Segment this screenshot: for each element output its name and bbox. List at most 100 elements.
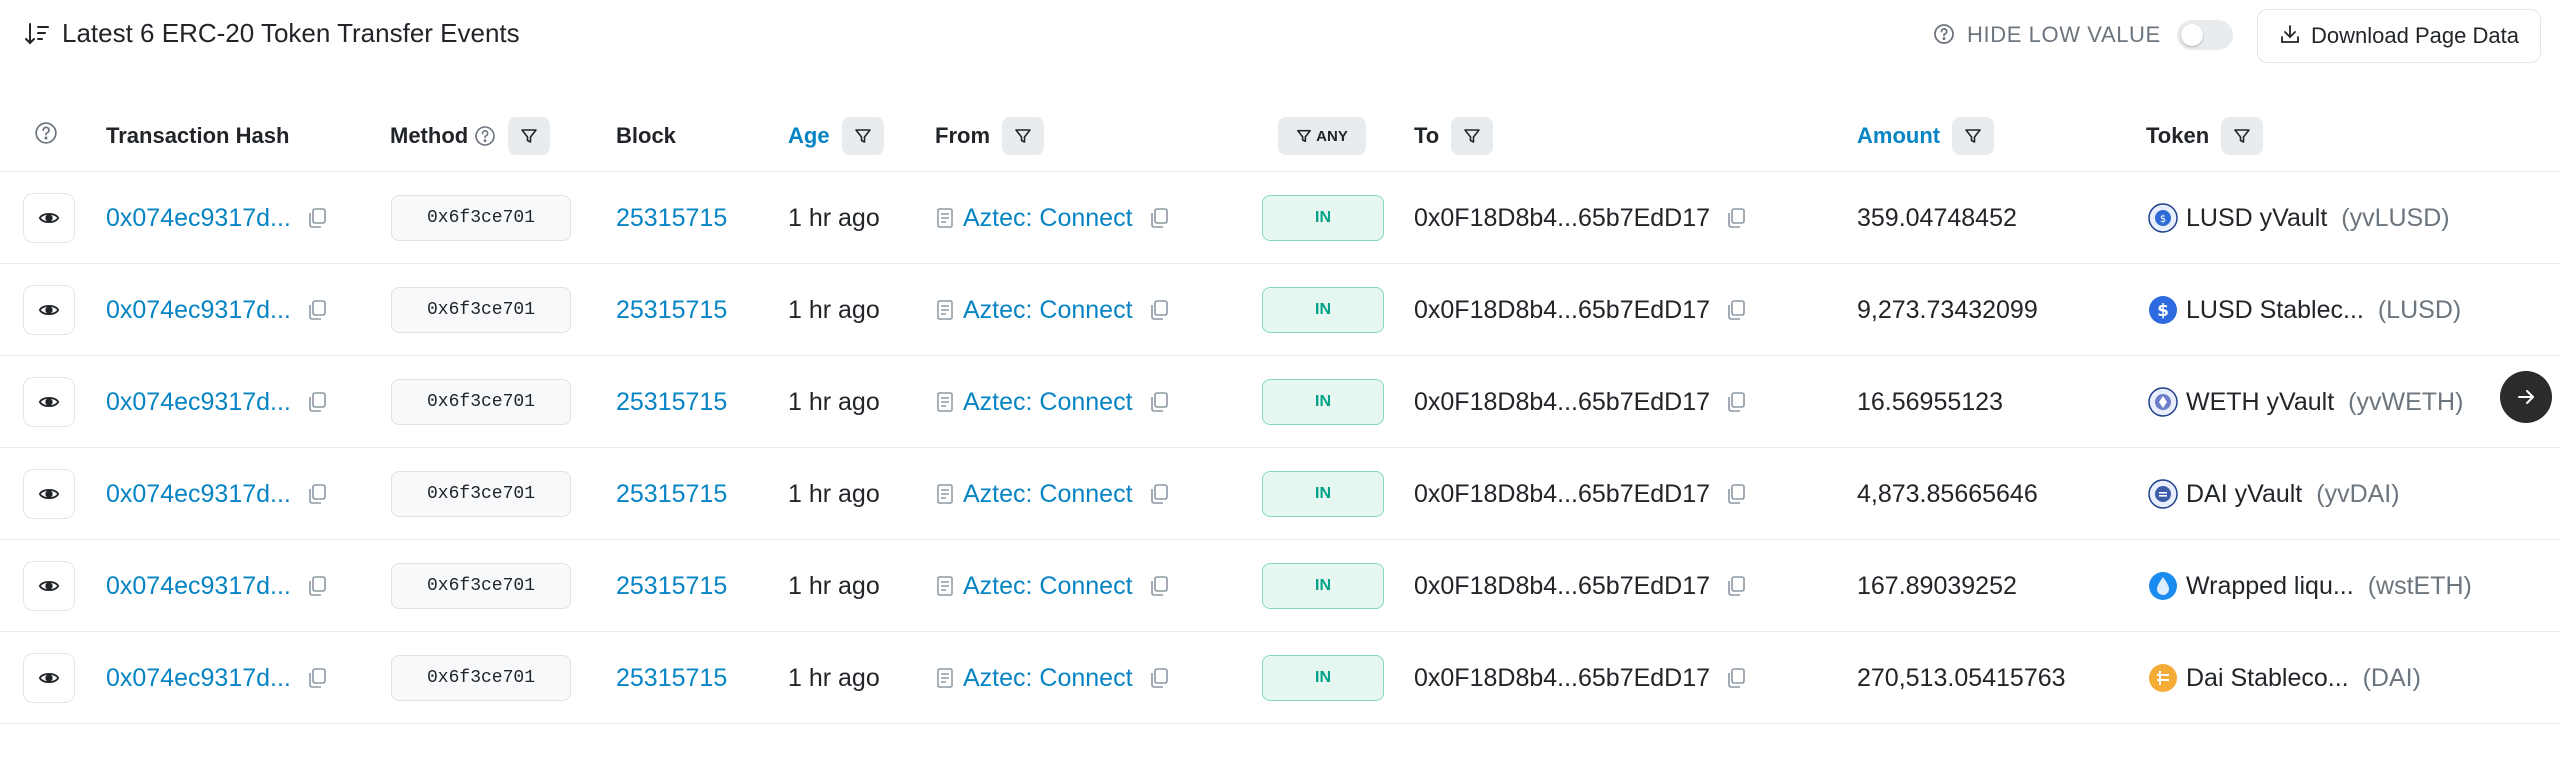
copy-icon[interactable] [1724, 390, 1748, 414]
to-address[interactable]: 0x0F18D8b4...65b7EdD17 [1414, 296, 1710, 325]
direction-filter-button[interactable]: ANY [1278, 117, 1366, 155]
copy-icon[interactable] [305, 298, 329, 322]
hide-low-value-control[interactable]: HIDE LOW VALUE [1933, 20, 2233, 50]
row-preview-cell [23, 172, 75, 264]
from-cell: Aztec: Connect [935, 264, 1171, 356]
header-amount[interactable]: Amount [1857, 100, 1995, 172]
method-badge[interactable]: 0x6f3ce701 [391, 471, 571, 517]
copy-icon[interactable] [1147, 574, 1171, 598]
method-badge[interactable]: 0x6f3ce701 [391, 379, 571, 425]
preview-eye-button[interactable] [23, 653, 75, 703]
block-link[interactable]: 25315715 [616, 388, 727, 417]
download-page-data-button[interactable]: Download Page Data [2257, 9, 2541, 63]
preview-eye-button[interactable] [23, 285, 75, 335]
to-filter-button[interactable] [1451, 117, 1494, 155]
tx-hash-link[interactable]: 0x074ec9317d... [106, 572, 291, 601]
method-badge[interactable]: 0x6f3ce701 [391, 287, 571, 333]
from-cell: Aztec: Connect [935, 448, 1171, 540]
copy-icon[interactable] [305, 390, 329, 414]
token-name[interactable]: Wrapped liqu... [2186, 572, 2354, 601]
token-link[interactable]: Dai Stableco... (DAI) [2148, 663, 2421, 693]
method-filter-button[interactable] [508, 117, 551, 155]
copy-icon[interactable] [1147, 298, 1171, 322]
to-address[interactable]: 0x0F18D8b4...65b7EdD17 [1414, 480, 1710, 509]
eye-icon [38, 488, 60, 500]
token-link[interactable]: Wrapped liqu... (wstETH) [2148, 571, 2472, 601]
copy-icon[interactable] [1147, 666, 1171, 690]
method-cell: 0x6f3ce701 [391, 356, 571, 448]
method-badge[interactable]: 0x6f3ce701 [391, 655, 571, 701]
preview-eye-button[interactable] [23, 561, 75, 611]
token-link[interactable]: $ LUSD yVault (yvLUSD) [2148, 203, 2450, 233]
method-cell: 0x6f3ce701 [391, 172, 571, 264]
copy-icon[interactable] [305, 574, 329, 598]
direction-cell: IN [1262, 448, 1384, 540]
method-badge[interactable]: 0x6f3ce701 [391, 563, 571, 609]
tx-hash-link[interactable]: 0x074ec9317d... [106, 664, 291, 693]
to-address[interactable]: 0x0F18D8b4...65b7EdD17 [1414, 572, 1710, 601]
from-link[interactable]: Aztec: Connect [963, 480, 1133, 509]
token-filter-button[interactable] [2221, 117, 2264, 155]
tx-hash-link[interactable]: 0x074ec9317d... [106, 296, 291, 325]
to-address[interactable]: 0x0F18D8b4...65b7EdD17 [1414, 388, 1710, 417]
token-link[interactable]: $ LUSD Stablec... (LUSD) [2148, 295, 2461, 325]
copy-icon[interactable] [305, 206, 329, 230]
token-name[interactable]: LUSD yVault [2186, 204, 2327, 233]
to-address[interactable]: 0x0F18D8b4...65b7EdD17 [1414, 204, 1710, 233]
copy-icon[interactable] [1724, 482, 1748, 506]
to-cell: 0x0F18D8b4...65b7EdD17 [1414, 264, 1748, 356]
from-link[interactable]: Aztec: Connect [963, 204, 1133, 233]
copy-icon[interactable] [1147, 390, 1171, 414]
from-link[interactable]: Aztec: Connect [963, 572, 1133, 601]
token-name[interactable]: WETH yVault [2186, 388, 2334, 417]
copy-icon[interactable] [1724, 666, 1748, 690]
header-age[interactable]: Age [788, 100, 884, 172]
to-address[interactable]: 0x0F18D8b4...65b7EdD17 [1414, 664, 1710, 693]
from-link[interactable]: Aztec: Connect [963, 296, 1133, 325]
scroll-right-button[interactable] [2500, 371, 2552, 423]
token-symbol: (DAI) [2362, 663, 2421, 692]
hide-low-value-toggle[interactable] [2176, 20, 2233, 50]
method-info-icon[interactable] [474, 125, 496, 147]
token-name[interactable]: Dai Stableco... [2186, 664, 2349, 693]
from-link[interactable]: Aztec: Connect [963, 664, 1133, 693]
header-from: From [935, 100, 1044, 172]
preview-eye-button[interactable] [23, 193, 75, 243]
header-help[interactable] [34, 100, 58, 172]
contract-icon [935, 391, 955, 413]
block-cell: 25315715 [616, 448, 727, 540]
block-link[interactable]: 25315715 [616, 204, 727, 233]
to-cell: 0x0F18D8b4...65b7EdD17 [1414, 172, 1748, 264]
amount-filter-button[interactable] [1952, 117, 1995, 155]
header-age-label[interactable]: Age [788, 123, 830, 149]
block-link[interactable]: 25315715 [616, 296, 727, 325]
eye-icon [38, 396, 60, 408]
tx-hash-cell: 0x074ec9317d... [106, 448, 329, 540]
token-link[interactable]: DAI yVault (yvDAI) [2148, 479, 2400, 509]
copy-icon[interactable] [305, 666, 329, 690]
from-link[interactable]: Aztec: Connect [963, 388, 1133, 417]
header-amount-label[interactable]: Amount [1857, 123, 1940, 149]
tx-hash-link[interactable]: 0x074ec9317d... [106, 388, 291, 417]
token-name[interactable]: LUSD Stablec... [2186, 296, 2364, 325]
copy-icon[interactable] [1147, 482, 1171, 506]
copy-icon[interactable] [1724, 574, 1748, 598]
preview-eye-button[interactable] [23, 377, 75, 427]
age-filter-button[interactable] [841, 117, 884, 155]
block-link[interactable]: 25315715 [616, 480, 727, 509]
preview-eye-button[interactable] [23, 469, 75, 519]
copy-icon[interactable] [1724, 206, 1748, 230]
copy-icon[interactable] [1724, 298, 1748, 322]
block-link[interactable]: 25315715 [616, 572, 727, 601]
amount-cell: 167.89039252 [1857, 540, 2017, 632]
copy-icon[interactable] [305, 482, 329, 506]
copy-icon[interactable] [1147, 206, 1171, 230]
block-link[interactable]: 25315715 [616, 664, 727, 693]
token-link[interactable]: WETH yVault (yvWETH) [2148, 387, 2463, 417]
tx-hash-link[interactable]: 0x074ec9317d... [106, 204, 291, 233]
from-filter-button[interactable] [1002, 117, 1044, 155]
tx-hash-link[interactable]: 0x074ec9317d... [106, 480, 291, 509]
token-name[interactable]: DAI yVault [2186, 480, 2302, 509]
table-toolbar: Latest 6 ERC-20 Token Transfer Events HI… [0, 0, 2560, 72]
method-badge[interactable]: 0x6f3ce701 [391, 195, 571, 241]
